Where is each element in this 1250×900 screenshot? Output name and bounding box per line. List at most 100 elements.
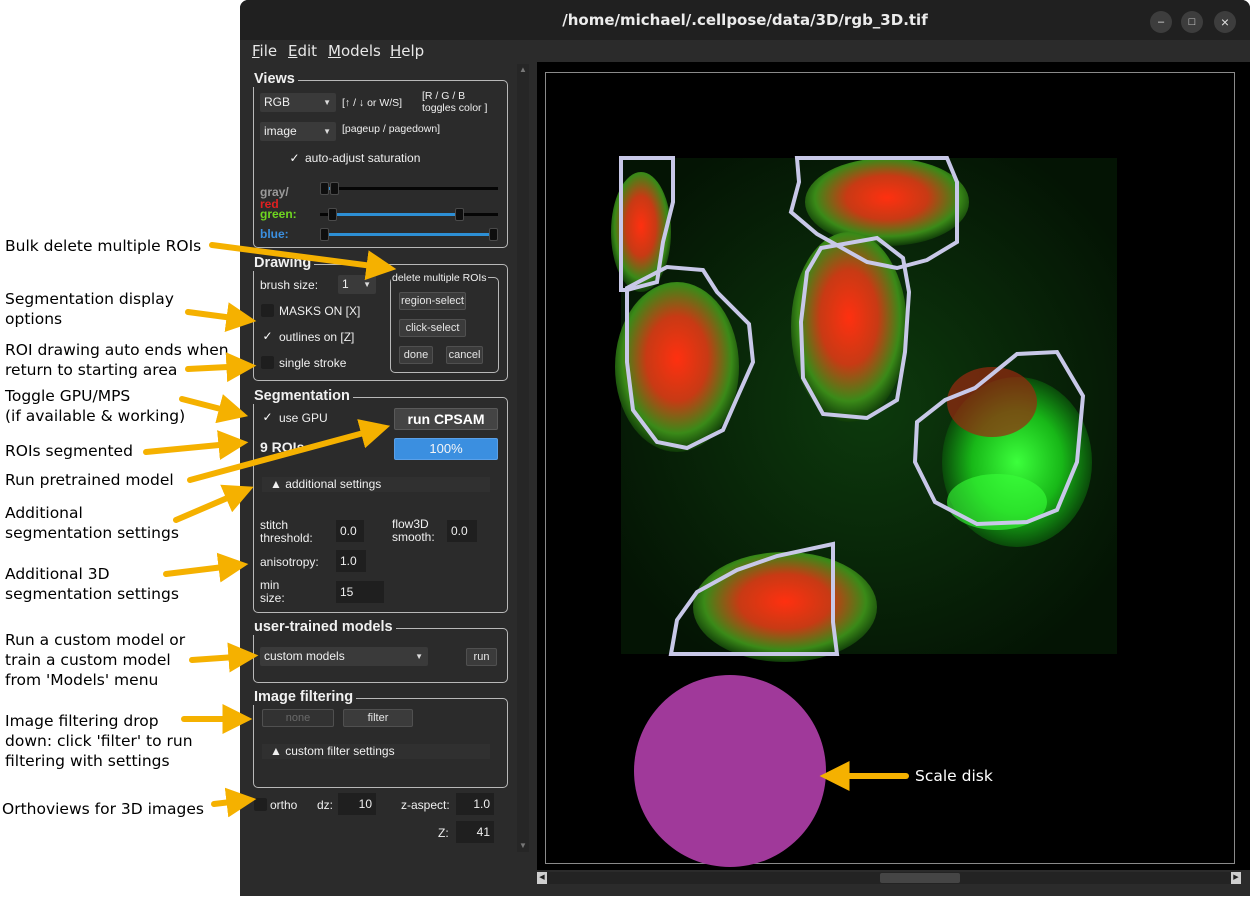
user-models-title: user-trained models (252, 619, 396, 635)
brush-size-select[interactable]: 1 ▼ (338, 275, 376, 294)
filter-button[interactable]: filter (343, 709, 413, 727)
cancel-button[interactable]: cancel (446, 346, 483, 364)
filter-type-select[interactable]: none (262, 709, 334, 727)
run-cpsam-button[interactable]: run CPSAM (394, 408, 498, 430)
color-mode-select[interactable]: RGB ▼ (260, 93, 336, 112)
brush-size-value: 1 (342, 277, 349, 291)
layer-select[interactable]: image ▼ (260, 122, 336, 141)
cell-5-nucleus (947, 367, 1037, 437)
stitch-threshold-input[interactable]: 0.0 (336, 520, 364, 542)
hscroll-thumb[interactable] (880, 873, 960, 883)
dz-label: dz: (317, 798, 334, 812)
auto-adjust-checkbox[interactable]: ✓ (288, 152, 301, 165)
close-button[interactable]: × (1214, 11, 1236, 33)
image-canvas[interactable] (537, 62, 1250, 870)
control-panel: ▲ ▼ Views RGB ▼ [↑ / ↓ or W/S] [R / G / B… (240, 62, 530, 896)
min-size-input[interactable]: 15 (336, 581, 384, 603)
cell-3 (615, 282, 739, 452)
click-select-button[interactable]: click-select (399, 319, 466, 337)
menu-file[interactable]: File (252, 42, 277, 60)
arrow-rois-segmented (143, 430, 249, 460)
scroll-right-icon[interactable]: ▶ (1231, 872, 1241, 884)
red-slider-low-handle[interactable] (320, 182, 329, 195)
user-models-group: user-trained models custom models ▼ run (252, 619, 508, 683)
z-aspect-input[interactable]: 1.0 (456, 793, 494, 815)
views-group: Views RGB ▼ [↑ / ↓ or W/S] [R / G / B tog… (252, 71, 508, 248)
annotation-segmentation-display: Segmentation display options (5, 290, 174, 328)
chevron-down-icon: ▼ (323, 127, 331, 136)
panel-scrollbar[interactable]: ▲ ▼ (517, 64, 529, 852)
blue-slider[interactable] (320, 228, 498, 241)
stitch-threshold-label: stitch threshold: (260, 518, 313, 545)
maximize-button[interactable]: □ (1181, 11, 1203, 33)
cellpose-window: /home/michael/.cellpose/data/3D/rgb_3D.t… (240, 0, 1250, 896)
image-viewer[interactable] (537, 62, 1250, 870)
annotation-run-pretrained: Run pretrained model (5, 471, 174, 489)
z-aspect-label: z-aspect: (401, 798, 450, 812)
chevron-down-icon: ▼ (415, 652, 423, 661)
custom-models-value: custom models (264, 649, 345, 663)
annotation-scale-disk: Scale disk (915, 767, 993, 785)
green-slider-high-handle[interactable] (455, 208, 465, 221)
annotation-roi-drawing: ROI drawing auto ends when return to sta… (5, 341, 229, 379)
views-title: Views (252, 71, 298, 87)
red-slider[interactable] (320, 182, 498, 195)
menu-models[interactable]: Models (328, 42, 381, 60)
green-slider-low-handle[interactable] (328, 208, 338, 221)
masks-checkbox[interactable] (261, 304, 274, 317)
single-stroke-checkbox[interactable] (261, 356, 274, 369)
cell-4 (791, 232, 907, 422)
use-gpu-checkbox[interactable]: ✓ (261, 411, 274, 424)
anisotropy-input[interactable]: 1.0 (336, 550, 366, 572)
region-select-button[interactable]: region-select (399, 292, 466, 310)
arrow-toggle-gpu (179, 394, 249, 424)
gray-red-label: gray/red (260, 174, 289, 210)
chevron-down-icon: ▼ (363, 280, 371, 289)
green-label: green: (260, 207, 297, 221)
menu-bar: File Edit Models Help (240, 40, 1250, 62)
drawing-title: Drawing (252, 255, 315, 271)
minimize-button[interactable]: – (1150, 11, 1172, 33)
blue-slider-low-handle[interactable] (320, 228, 329, 241)
annotation-additional-3d: Additional 3D segmentation settings (5, 565, 179, 603)
outlines-checkbox[interactable]: ✓ (261, 330, 274, 343)
menu-edit[interactable]: Edit (288, 42, 317, 60)
layer-hint: [pageup / pagedown] (342, 123, 441, 135)
flow3d-smooth-input[interactable]: 0.0 (447, 520, 477, 542)
scroll-down-icon[interactable]: ▼ (517, 840, 529, 852)
delete-rois-title: delete multiple ROIs (391, 272, 488, 285)
single-stroke-label: single stroke (279, 356, 347, 370)
annotation-bulk-delete: Bulk delete multiple ROIs (5, 237, 202, 255)
custom-models-select[interactable]: custom models ▼ (260, 647, 428, 666)
scroll-up-icon[interactable]: ▲ (517, 64, 529, 76)
cell-1 (805, 158, 969, 246)
color-mode-value: RGB (264, 95, 291, 109)
roi-count: 9 ROIs (260, 439, 305, 455)
ortho-checkbox[interactable] (254, 798, 267, 811)
blue-slider-high-handle[interactable] (489, 228, 498, 241)
additional-settings-toggle[interactable]: ▲ additional settings (262, 477, 490, 492)
segmentation-group: Segmentation ✓ use GPU run CPSAM 9 ROIs … (252, 388, 508, 613)
red-slider-high-handle[interactable] (330, 182, 340, 195)
flow3d-smooth-label: flow3D smooth: (392, 517, 435, 544)
annotation-orthoviews: Orthoviews for 3D images (2, 800, 204, 818)
run-custom-model-button[interactable]: run (466, 648, 497, 666)
green-slider[interactable] (320, 208, 498, 221)
image-hscrollbar[interactable]: ◀ ▶ (537, 872, 1241, 884)
scale-disk (634, 675, 826, 867)
blue-slider-range (329, 233, 489, 236)
scroll-left-icon[interactable]: ◀ (537, 872, 547, 884)
done-button[interactable]: done (399, 346, 433, 364)
menu-help[interactable]: Help (390, 42, 424, 60)
brush-size-label: brush size: (260, 278, 319, 292)
annotation-rois-segmented: ROIs segmented (5, 442, 133, 460)
annotation-image-filtering: Image filtering drop down: click 'filter… (5, 712, 193, 770)
z-input[interactable]: 41 (456, 821, 494, 843)
color-hint: [↑ / ↓ or W/S] (342, 97, 403, 109)
custom-filter-settings-toggle[interactable]: ▲ custom filter settings (262, 744, 490, 759)
blue-label: blue: (260, 227, 289, 241)
auto-adjust-label: auto-adjust saturation (305, 151, 421, 165)
title-bar[interactable]: /home/michael/.cellpose/data/3D/rgb_3D.t… (240, 0, 1250, 40)
dz-input[interactable]: 10 (338, 793, 376, 815)
arrow-segmentation-display (185, 302, 257, 333)
